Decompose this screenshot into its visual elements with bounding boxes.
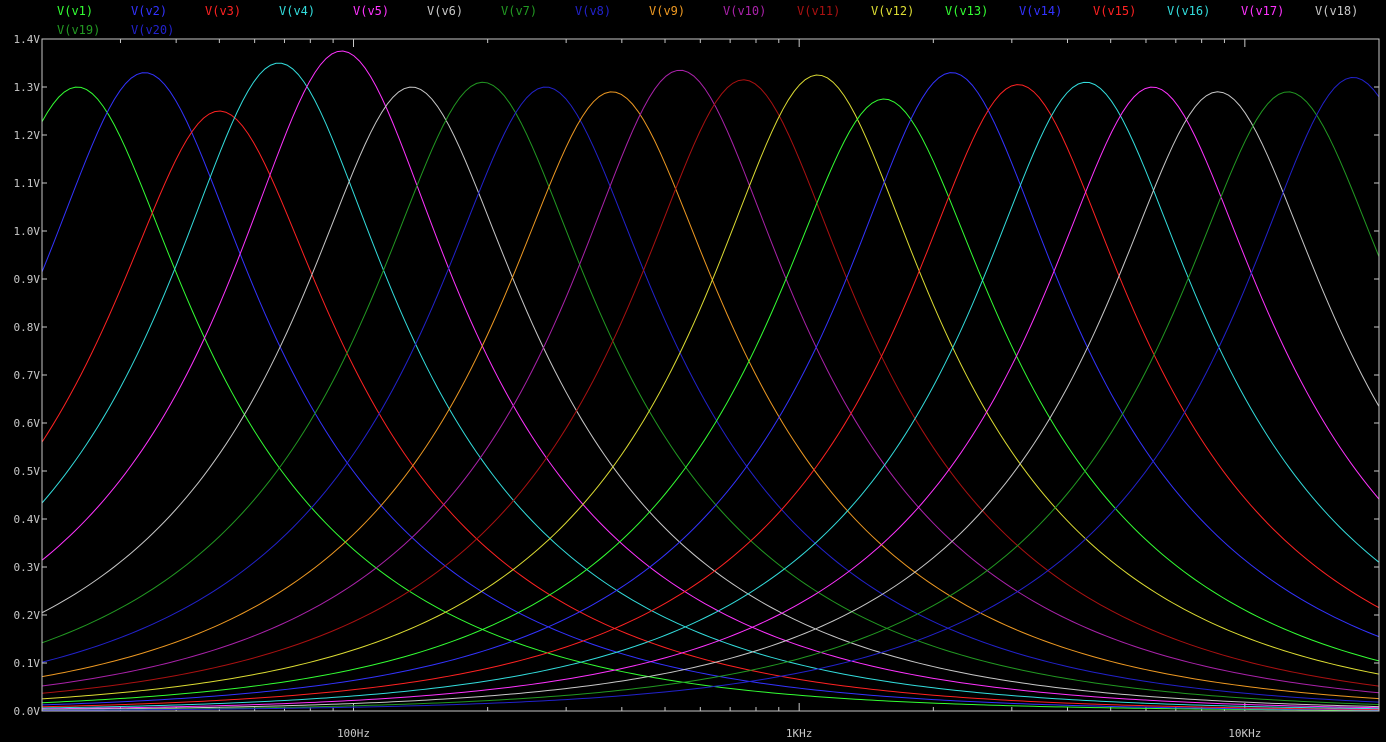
legend-entry: V(v13) [945,4,988,18]
y-tick-label: 1.2V [14,129,41,142]
y-tick-label: 1.0V [14,225,41,238]
y-tick-label: 0.4V [14,513,41,526]
legend-entry: V(v15) [1093,4,1136,18]
legend-entry: V(v2) [131,4,167,18]
y-tick-label: 0.5V [14,465,41,478]
legend-entry: V(v10) [723,4,766,18]
legend-entry: V(v9) [649,4,685,18]
y-tick-label: 1.3V [14,81,41,94]
legend-entry: V(v8) [575,4,611,18]
legend-entry: V(v3) [205,4,241,18]
legend-entry: V(v12) [871,4,914,18]
y-tick-label: 1.1V [14,177,41,190]
y-tick-label: 0.2V [14,609,41,622]
y-tick-label: 0.8V [14,321,41,334]
y-tick-label: 0.1V [14,657,41,670]
legend-entry: V(v16) [1167,4,1210,18]
response-plot: V(v1) V(v2) V(v3) V(v4) V(v5) V(v6) V(v7) V(v8)… [0,0,1386,742]
x-tick-label: 100Hz [337,727,370,740]
legend-entry: V(v4) [279,4,315,18]
y-tick-label: 0.7V [14,369,41,382]
legend-entry: V(v1) [57,4,93,18]
legend-entry: V(v6) [427,4,463,18]
legend-entry: V(v11) [797,4,840,18]
y-tick-label: 0.9V [14,273,41,286]
y-tick-label: 0.6V [14,417,41,430]
legend-entry: V(v14) [1019,4,1062,18]
legend-entry: V(v18) [1315,4,1358,18]
x-tick-label: 10KHz [1228,727,1261,740]
x-tick-label: 1KHz [786,727,813,740]
y-tick-label: 0.3V [14,561,41,574]
legend-entry: V(v17) [1241,4,1284,18]
y-tick-label: 0.0V [14,705,41,718]
legend-entry: V(v5) [353,4,389,18]
y-tick-label: 1.4V [14,33,41,46]
legend-entry: V(v7) [501,4,537,18]
legend-entry: V(v19) [57,23,100,37]
legend-entry: V(v20) [131,23,174,37]
